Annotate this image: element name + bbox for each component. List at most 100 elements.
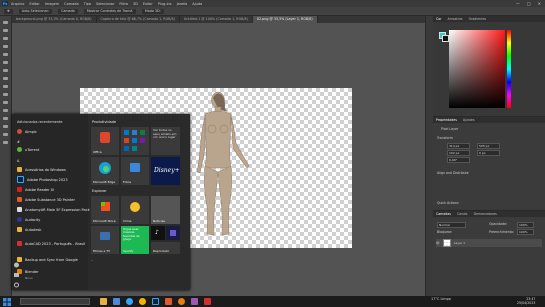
tile-reproduzir[interactable]: Reproduzir xyxy=(151,242,180,254)
store-icon[interactable] xyxy=(113,298,120,305)
background-color-swatch[interactable] xyxy=(442,35,449,42)
tile-noticias[interactable]: Notícias xyxy=(151,196,180,224)
menu-editar[interactable]: Editar xyxy=(29,2,39,6)
tab-canais[interactable]: Canais xyxy=(457,212,468,216)
crop-tool-icon[interactable] xyxy=(3,53,8,56)
tab-camadas[interactable]: Camadas xyxy=(436,212,451,216)
tile-mail[interactable]: Ver todos os seus emails em um único lug… xyxy=(151,127,180,155)
eyedropper-tool-icon[interactable] xyxy=(3,69,8,72)
taskbar-search-box[interactable] xyxy=(20,298,90,305)
x-field[interactable]: 102 px xyxy=(447,150,470,156)
minimize-button[interactable]: — xyxy=(516,1,520,6)
eraser-tool-icon[interactable] xyxy=(3,109,8,112)
chrome-icon[interactable] xyxy=(139,298,146,305)
menu-ajuda[interactable]: Ajuda xyxy=(192,2,202,6)
healing-tool-icon[interactable] xyxy=(3,77,8,80)
tile-clima[interactable]: Clima xyxy=(121,196,149,224)
menu-arquivo[interactable]: Arquivo xyxy=(11,2,24,6)
menu-filtro[interactable]: Filtro xyxy=(119,2,128,6)
menu-selecionar[interactable]: Selecionar xyxy=(96,2,114,6)
stamp-tool-icon[interactable] xyxy=(3,93,8,96)
tile-microsoft-store[interactable]: Microsoft Store xyxy=(91,196,119,224)
history-brush-tool-icon[interactable] xyxy=(3,101,8,104)
fill-field[interactable]: 100% xyxy=(517,229,534,235)
tab-gradientes[interactable]: Gradientes xyxy=(469,17,487,21)
app-icon[interactable] xyxy=(204,298,211,305)
tab-background[interactable]: background.png @ 33,3% (Camada 0, RGB/8) xyxy=(12,16,97,23)
app-item-aimpic[interactable]: Aimpic xyxy=(17,128,95,135)
tab-untitled[interactable]: Untitled-1 @ 100% (Camada 1, RGB/8) xyxy=(180,16,253,23)
weather-status[interactable]: 17°C Limpo xyxy=(431,297,451,301)
app-item-utorrent[interactable]: uTorrent xyxy=(17,146,95,153)
tile-fotos[interactable]: Fotos xyxy=(121,157,149,185)
tab-02-png[interactable]: 02.png @ 33,3% (Layer 1, RGB/8) xyxy=(252,16,318,23)
windows-start-icon[interactable] xyxy=(3,298,11,306)
app-item-photoshop[interactable]: Adobe Photoshop 2023 xyxy=(17,176,95,183)
marquee-tool-icon[interactable] xyxy=(3,29,8,32)
section-hash[interactable]: # xyxy=(17,140,20,144)
menu-tipo[interactable]: Tipo xyxy=(84,2,91,6)
align-distribute-label[interactable]: Align and Distribute xyxy=(437,171,469,175)
height-field[interactable]: 505 px xyxy=(477,143,500,149)
tab-captura[interactable]: Captura de tela @ 66,7% (Camada 1, RGB/8… xyxy=(97,16,180,23)
clock[interactable]: 23:47 25/04/2023 xyxy=(517,297,535,305)
quick-actions-label[interactable]: Quick Actions xyxy=(437,201,459,205)
app-item-backup-sync[interactable]: Backup and Sync from Google ⌄ xyxy=(17,256,95,263)
angle-field[interactable]: 0,00° xyxy=(447,157,470,163)
edge-icon[interactable] xyxy=(126,298,133,305)
transform-section-label[interactable]: Transform xyxy=(437,136,453,140)
eye-icon[interactable]: 👁 xyxy=(436,241,440,245)
menu-exibir[interactable]: Exibir xyxy=(143,2,153,6)
blender-icon[interactable] xyxy=(178,298,185,305)
layer-row[interactable]: 👁 Layer 1 xyxy=(436,239,542,247)
blur-tool-icon[interactable] xyxy=(3,125,8,128)
tile-app-group[interactable] xyxy=(121,127,149,155)
substance-icon[interactable] xyxy=(165,298,172,305)
width-field[interactable]: 314 px xyxy=(447,143,470,149)
y-field[interactable]: 0 px xyxy=(477,150,500,156)
move-tool-icon[interactable] xyxy=(3,21,8,24)
photoshop-icon[interactable] xyxy=(152,298,159,305)
color-picker-field[interactable] xyxy=(449,30,505,108)
layer-name[interactable]: Layer 1 xyxy=(454,241,465,245)
lasso-tool-icon[interactable] xyxy=(3,37,8,40)
maximize-button[interactable]: □ xyxy=(527,1,531,6)
dodge-tool-icon[interactable] xyxy=(3,133,8,136)
brush-tool-icon[interactable] xyxy=(3,85,8,88)
frame-tool-icon[interactable] xyxy=(3,61,8,64)
tile-tiktok[interactable]: ♪ xyxy=(151,226,165,240)
auto-select-checkbox[interactable]: Auto-Selecionar: xyxy=(18,8,53,14)
menu-janela[interactable]: Janela xyxy=(177,2,188,6)
app-icon[interactable] xyxy=(191,298,198,305)
blend-mode-select[interactable]: Normal xyxy=(437,222,466,228)
app-item-blender[interactable]: Blender xyxy=(17,268,95,275)
app-item-autocad[interactable]: AutoCAD 2023 - Português - Brasil xyxy=(17,240,95,247)
app-item-adobe-reader[interactable]: Adobe Reader XI xyxy=(17,186,95,193)
tile-game[interactable] xyxy=(166,226,180,240)
app-item-audacity[interactable]: Audacity xyxy=(17,216,95,223)
menu-plugins[interactable]: Plug-ins xyxy=(158,2,172,6)
menu-camada[interactable]: Camada xyxy=(64,2,79,6)
pen-tool-icon[interactable] xyxy=(3,141,8,144)
app-item-autodesk[interactable]: Autodesk⌄ xyxy=(17,226,95,233)
tab-amostras[interactable]: Amostras xyxy=(448,17,463,21)
app-item-substance[interactable]: Adobe Substance 3D Painter xyxy=(17,196,95,203)
hue-slider[interactable] xyxy=(507,30,511,108)
tile-microsoft-edge[interactable]: Microsoft Edge xyxy=(91,157,119,185)
tab-cor[interactable]: Cor xyxy=(436,17,442,21)
app-item-acessorios[interactable]: Acessórios do Windows xyxy=(17,166,95,173)
show-transform-controls[interactable]: Mostrar Controles de Transf. xyxy=(83,8,136,14)
quick-select-tool-icon[interactable] xyxy=(3,45,8,48)
tile-office[interactable]: Office xyxy=(91,127,119,155)
tab-propriedades[interactable]: Propriedades xyxy=(436,118,457,122)
app-item-anatomyar[interactable]: AnatomyAR Male 5F Expression Pack xyxy=(17,206,95,213)
explorer-icon[interactable] xyxy=(100,298,107,305)
move-tool-icon[interactable]: ✥ xyxy=(4,8,13,14)
close-button[interactable]: ✕ xyxy=(538,1,541,6)
tile-filmes-tv[interactable]: Filmes e TV xyxy=(91,226,119,254)
tab-ajustes[interactable]: Ajustes xyxy=(463,118,475,122)
tile-spotify[interactable]: Toque suas músicas favoritas de graça. S… xyxy=(121,226,149,254)
section-a[interactable]: A xyxy=(17,159,19,163)
menu-3d[interactable]: 3D xyxy=(133,2,138,6)
tile-disney-plus[interactable]: Disney+ xyxy=(151,157,180,185)
